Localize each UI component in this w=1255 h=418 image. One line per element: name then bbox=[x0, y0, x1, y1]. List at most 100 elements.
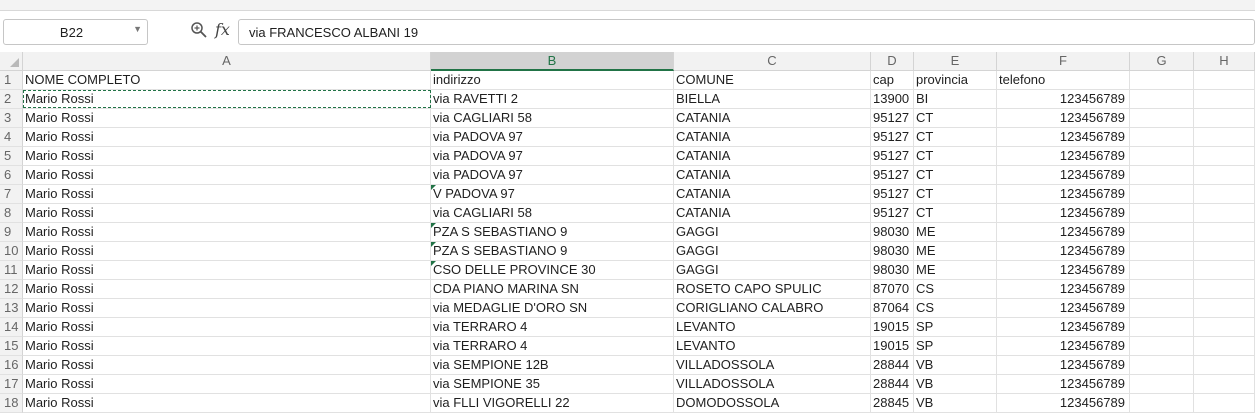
cell-f[interactable]: 123456789 bbox=[997, 242, 1130, 261]
formula-input[interactable]: via FRANCESCO ALBANI 19 bbox=[238, 19, 1255, 45]
cell-c[interactable]: CATANIA bbox=[674, 109, 871, 128]
cell-e[interactable]: CT bbox=[914, 204, 997, 223]
cell-e[interactable]: CT bbox=[914, 109, 997, 128]
cell-g[interactable] bbox=[1130, 147, 1194, 166]
cell-h[interactable] bbox=[1194, 394, 1255, 413]
row-header[interactable]: 7 bbox=[0, 185, 23, 204]
cell-h[interactable] bbox=[1194, 128, 1255, 147]
cell-g[interactable] bbox=[1130, 204, 1194, 223]
cell-e[interactable]: CT bbox=[914, 166, 997, 185]
cell-h[interactable] bbox=[1194, 90, 1255, 109]
cell-h[interactable] bbox=[1194, 242, 1255, 261]
cell-e[interactable]: CS bbox=[914, 299, 997, 318]
cell-c[interactable]: LEVANTO bbox=[674, 318, 871, 337]
cell-d[interactable]: 95127 bbox=[871, 147, 914, 166]
cell-e[interactable]: BI bbox=[914, 90, 997, 109]
cell-f[interactable]: 123456789 bbox=[997, 90, 1130, 109]
row-header[interactable]: 2 bbox=[0, 90, 23, 109]
cell-g[interactable] bbox=[1130, 356, 1194, 375]
cell-e[interactable]: CT bbox=[914, 185, 997, 204]
cell-b[interactable]: via TERRARO 4 bbox=[431, 318, 674, 337]
cell-h[interactable] bbox=[1194, 375, 1255, 394]
cell-b[interactable]: via PADOVA 97 bbox=[431, 128, 674, 147]
cell-c[interactable]: GAGGI bbox=[674, 223, 871, 242]
cell-d[interactable]: 95127 bbox=[871, 166, 914, 185]
cell-d[interactable]: 13900 bbox=[871, 90, 914, 109]
cell-a[interactable]: Mario Rossi bbox=[23, 90, 431, 109]
cell-e[interactable]: CS bbox=[914, 280, 997, 299]
cell-c[interactable]: COMUNE bbox=[674, 71, 871, 90]
cell-g[interactable] bbox=[1130, 90, 1194, 109]
cell-b[interactable]: PZA S SEBASTIANO 9 bbox=[431, 223, 674, 242]
cell-a[interactable]: Mario Rossi bbox=[23, 337, 431, 356]
cell-f[interactable]: 123456789 bbox=[997, 166, 1130, 185]
cell-b[interactable]: indirizzo bbox=[431, 71, 674, 90]
cell-g[interactable] bbox=[1130, 318, 1194, 337]
cell-a[interactable]: Mario Rossi bbox=[23, 280, 431, 299]
cell-g[interactable] bbox=[1130, 223, 1194, 242]
cell-e[interactable]: provincia bbox=[914, 71, 997, 90]
cell-a[interactable]: Mario Rossi bbox=[23, 166, 431, 185]
cell-d[interactable]: 19015 bbox=[871, 337, 914, 356]
cell-a[interactable]: Mario Rossi bbox=[23, 318, 431, 337]
cell-h[interactable] bbox=[1194, 109, 1255, 128]
row-header[interactable]: 8 bbox=[0, 204, 23, 223]
cell-b[interactable]: via TERRARO 4 bbox=[431, 337, 674, 356]
cell-c[interactable]: DOMODOSSOLA bbox=[674, 394, 871, 413]
cell-b[interactable]: PZA S SEBASTIANO 9 bbox=[431, 242, 674, 261]
zoom-icon[interactable] bbox=[190, 21, 208, 44]
cell-b[interactable]: V PADOVA 97 bbox=[431, 185, 674, 204]
cell-f[interactable]: 123456789 bbox=[997, 280, 1130, 299]
cell-e[interactable]: ME bbox=[914, 261, 997, 280]
cell-e[interactable]: ME bbox=[914, 223, 997, 242]
cell-g[interactable] bbox=[1130, 185, 1194, 204]
cell-a[interactable]: Mario Rossi bbox=[23, 109, 431, 128]
cell-f[interactable]: 123456789 bbox=[997, 147, 1130, 166]
row-header[interactable]: 1 bbox=[0, 71, 23, 90]
row-header[interactable]: 17 bbox=[0, 375, 23, 394]
cell-f[interactable]: 123456789 bbox=[997, 356, 1130, 375]
column-header-e[interactable]: E bbox=[914, 52, 997, 71]
cell-a[interactable]: Mario Rossi bbox=[23, 185, 431, 204]
cell-b[interactable]: via SEMPIONE 35 bbox=[431, 375, 674, 394]
cell-g[interactable] bbox=[1130, 375, 1194, 394]
cell-c[interactable]: ROSETO CAPO SPULIC bbox=[674, 280, 871, 299]
cell-e[interactable]: SP bbox=[914, 318, 997, 337]
column-header-b[interactable]: B bbox=[431, 52, 674, 71]
cell-a[interactable]: Mario Rossi bbox=[23, 299, 431, 318]
row-header[interactable]: 18 bbox=[0, 394, 23, 413]
cell-h[interactable] bbox=[1194, 337, 1255, 356]
cell-h[interactable] bbox=[1194, 185, 1255, 204]
column-header-d[interactable]: D bbox=[871, 52, 914, 71]
cell-a[interactable]: Mario Rossi bbox=[23, 204, 431, 223]
cell-f[interactable]: 123456789 bbox=[997, 185, 1130, 204]
row-header[interactable]: 12 bbox=[0, 280, 23, 299]
cell-e[interactable]: VB bbox=[914, 394, 997, 413]
cell-c[interactable]: CATANIA bbox=[674, 166, 871, 185]
cell-f[interactable]: 123456789 bbox=[997, 318, 1130, 337]
cell-e[interactable]: VB bbox=[914, 375, 997, 394]
cell-a[interactable]: Mario Rossi bbox=[23, 394, 431, 413]
cell-g[interactable] bbox=[1130, 394, 1194, 413]
cell-d[interactable]: 87070 bbox=[871, 280, 914, 299]
cell-h[interactable] bbox=[1194, 299, 1255, 318]
cell-b[interactable]: CDA PIANO MARINA SN bbox=[431, 280, 674, 299]
cell-f[interactable]: 123456789 bbox=[997, 204, 1130, 223]
cell-d[interactable]: 28844 bbox=[871, 356, 914, 375]
cell-e[interactable]: ME bbox=[914, 242, 997, 261]
cell-h[interactable] bbox=[1194, 223, 1255, 242]
cell-f[interactable]: 123456789 bbox=[997, 375, 1130, 394]
cell-f[interactable]: telefono bbox=[997, 71, 1130, 90]
cell-d[interactable]: 95127 bbox=[871, 204, 914, 223]
cell-d[interactable]: cap bbox=[871, 71, 914, 90]
cell-h[interactable] bbox=[1194, 204, 1255, 223]
cell-f[interactable]: 123456789 bbox=[997, 299, 1130, 318]
row-header[interactable]: 11 bbox=[0, 261, 23, 280]
cell-c[interactable]: CATANIA bbox=[674, 147, 871, 166]
cell-b[interactable]: CSO DELLE PROVINCE 30 bbox=[431, 261, 674, 280]
cell-a[interactable]: Mario Rossi bbox=[23, 128, 431, 147]
cell-d[interactable]: 28844 bbox=[871, 375, 914, 394]
cell-b[interactable]: via FLLI VIGORELLI 22 bbox=[431, 394, 674, 413]
row-header[interactable]: 3 bbox=[0, 109, 23, 128]
cell-d[interactable]: 28845 bbox=[871, 394, 914, 413]
